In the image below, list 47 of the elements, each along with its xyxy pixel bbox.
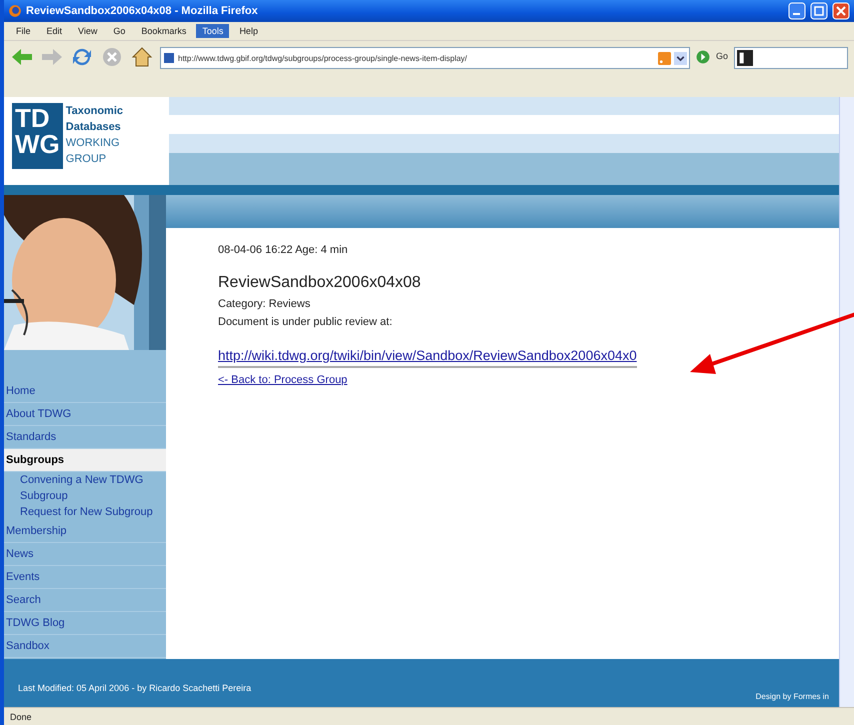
logo-text: Databases	[66, 120, 122, 135]
menu-item[interactable]: Go	[107, 24, 132, 38]
article-text: Document is under public review at:	[218, 316, 394, 328]
nav-link[interactable]: About TDWG	[4, 403, 166, 426]
article-title: ReviewSandbox2006x04x08	[218, 274, 422, 292]
address-field[interactable]: http://www.tdwg.gbif.org/tdwg/subgroups/process-group/single-news-item-display/	[160, 47, 690, 69]
nav-link[interactable]: News	[4, 543, 166, 566]
nav-sublink[interactable]: Convening a New TDWG Subgroup	[4, 472, 165, 504]
review-link[interactable]: http://wiki.tdwg.org/twiki/bin/view/Sandbox/ReviewSandbox2006x04x0	[218, 348, 637, 368]
nav-link[interactable]: Sandbox	[4, 635, 166, 658]
search-engine-icon	[737, 50, 753, 66]
logo-mark: TD WG	[12, 103, 63, 169]
minimize-button[interactable]	[788, 2, 806, 20]
back-link[interactable]: <- Back to: Process Group	[218, 374, 348, 386]
article-category: Category: Reviews	[218, 298, 312, 310]
close-button[interactable]	[832, 2, 850, 20]
menu-item[interactable]: Help	[233, 24, 264, 38]
logo-text: Taxonomic	[66, 104, 124, 119]
go-icon[interactable]	[696, 50, 710, 64]
nav-link[interactable]: Subgroups	[4, 449, 166, 472]
menu-item[interactable]: Edit	[40, 24, 68, 38]
search-field[interactable]	[734, 47, 848, 69]
nav-link[interactable]: Events	[4, 566, 166, 589]
article-date: 08-04-06 16:22 Age: 4 min	[218, 244, 349, 256]
credit-text: Design by Formes in	[756, 692, 829, 701]
maximize-button[interactable]	[810, 2, 828, 20]
window-title: ReviewSandbox2006x04x08 - Mozilla Firefox	[26, 5, 259, 17]
nav-link[interactable]: Membership	[4, 520, 166, 543]
menu-item[interactable]: File	[10, 24, 37, 38]
home-icon[interactable]	[130, 45, 154, 69]
nav-link[interactable]: Home	[4, 380, 166, 403]
stop-icon[interactable]	[100, 45, 124, 69]
nav-sublink[interactable]: Request for New Subgroup	[4, 504, 165, 520]
footer-text: Last Modified: 05 April 2006 - by Ricardo Scachetti Pereira	[18, 683, 252, 693]
nav-link[interactable]: TDWG Blog	[4, 612, 166, 635]
menu-item[interactable]: View	[72, 24, 104, 38]
go-label[interactable]: Go	[716, 51, 728, 61]
logo-text: WORKING	[66, 136, 121, 151]
nav-link[interactable]: Search	[4, 589, 166, 612]
page-icon	[163, 52, 175, 64]
browser-icon	[8, 4, 22, 18]
menu-item[interactable]: Tools	[196, 24, 230, 38]
scrollbar[interactable]	[839, 97, 854, 707]
menu-item[interactable]: Bookmarks	[135, 24, 192, 38]
status-text: Done	[10, 712, 32, 722]
dropdown-icon[interactable]	[674, 52, 687, 64]
logo-text: GROUP	[66, 152, 108, 167]
